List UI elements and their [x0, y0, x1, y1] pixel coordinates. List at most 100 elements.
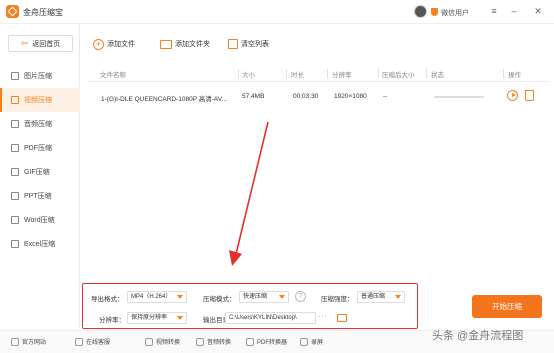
sidebar-item-label: 音频压缩 — [24, 121, 52, 128]
file-table-header: 文件名称 大小 时长 分辨率 压缩后大小 状态 操作 — [88, 66, 548, 82]
user-name[interactable]: 微信用户 — [441, 8, 469, 18]
output-dir-value: C:\Users\KYLIN\Desktop\ — [229, 315, 297, 321]
image-icon — [11, 72, 19, 80]
clear-list-label: 清空列表 — [241, 41, 269, 48]
word-icon — [11, 216, 19, 224]
strength-label: 压缩强度： — [321, 296, 354, 303]
delete-icon[interactable] — [525, 90, 534, 101]
chevron-down-icon — [177, 316, 183, 320]
watermark: 头条 @金舟流程图 — [432, 330, 524, 342]
column-header: 大小 — [242, 72, 255, 79]
audio-convert-link[interactable]: 音频转换 — [196, 337, 231, 346]
audio-convert-icon — [196, 337, 204, 346]
annotation-arrow — [229, 121, 269, 266]
add-file-button[interactable]: + 添加文件 — [93, 37, 135, 51]
sidebar-item-audio[interactable]: 音频压缩 — [0, 112, 80, 136]
home-icon — [11, 337, 19, 346]
sidebar-item-ppt[interactable]: PPT压缩 — [0, 184, 80, 208]
pdf-icon — [11, 144, 19, 152]
add-folder-button[interactable]: 添加文件夹 — [160, 37, 210, 51]
help-icon[interactable]: ? — [295, 291, 306, 302]
sidebar-item-label: 图片压缩 — [24, 73, 52, 80]
back-arrow-icon: ⇦ — [20, 38, 29, 48]
table-row[interactable]: 1-(G)I-DLE QUEENCARD-1080P 高清-AV... 57.4… — [88, 84, 548, 110]
sidebar-item-excel[interactable]: Excel压缩 — [0, 232, 80, 256]
footer-label: 录屏 — [311, 340, 324, 346]
plus-circle-icon: + — [93, 38, 104, 50]
pdf-converter-link[interactable]: PDF转换器 — [246, 337, 287, 346]
column-header: 时长 — [291, 72, 304, 79]
column-divider — [426, 69, 427, 78]
column-divider — [286, 69, 287, 78]
column-header: 状态 — [431, 72, 444, 79]
add-folder-label: 添加文件夹 — [175, 41, 210, 48]
column-divider — [378, 69, 379, 78]
sidebar-item-label: Excel压缩 — [24, 241, 56, 248]
file-size: 57.4MB — [242, 93, 265, 100]
file-duration: 00:03:30 — [293, 93, 319, 100]
video-convert-icon — [145, 337, 153, 346]
official-site-link[interactable]: 官方网站 — [11, 337, 46, 346]
record-icon — [300, 337, 308, 346]
column-header: 压缩后大小 — [382, 72, 415, 79]
video-convert-link[interactable]: 视频转换 — [145, 337, 180, 346]
browse-button[interactable]: ··· — [318, 313, 328, 320]
user-avatar[interactable] — [414, 5, 427, 18]
resolution-value: 保持原分辨率 — [131, 315, 168, 321]
play-icon[interactable] — [507, 90, 518, 101]
column-divider — [327, 69, 328, 78]
menu-icon[interactable]: ≡ — [488, 5, 500, 17]
sidebar-item-gif[interactable]: GIF压缩 — [0, 160, 80, 184]
excel-icon — [11, 240, 19, 248]
strength-select[interactable]: 普通压缩 — [357, 291, 405, 303]
compressed-size: -- — [383, 93, 388, 100]
output-settings-panel: 导出格式： MP4（H.264） 压缩模式： 快速压缩 ? 压缩强度： 普通压缩… — [82, 283, 418, 329]
file-name: 1-(G)I-DLE QUEENCARD-1080P 高清-AV... — [101, 96, 227, 103]
clear-list-button[interactable]: 清空列表 — [228, 37, 269, 51]
format-select[interactable]: MP4（H.264） — [127, 291, 187, 303]
gif-icon — [11, 168, 19, 176]
pdf-icon — [246, 337, 254, 346]
file-resolution: 1920×1080 — [334, 93, 367, 100]
screen-record-link[interactable]: 录屏 — [300, 337, 323, 346]
output-dir-field[interactable]: C:\Users\KYLIN\Desktop\ — [225, 312, 316, 324]
open-folder-icon[interactable] — [337, 314, 347, 322]
strength-value: 普通压缩 — [361, 294, 386, 300]
start-compress-button[interactable]: 开始压缩 — [472, 295, 542, 318]
mode-value: 快速压缩 — [243, 294, 268, 300]
online-support-link[interactable]: 在线客服 — [75, 337, 110, 346]
audio-icon — [11, 120, 19, 128]
app-logo-icon — [6, 5, 19, 18]
close-icon[interactable]: ✕ — [532, 5, 544, 17]
sidebar: ⇦ 返回首页 图片压缩 视频压缩 音频压缩 PDF压缩 GIF压缩 PPT压缩 … — [0, 24, 80, 328]
chevron-down-icon — [177, 295, 183, 299]
back-home-label: 返回首页 — [32, 40, 61, 48]
back-home-button[interactable]: ⇦ 返回首页 — [8, 35, 73, 52]
mode-select[interactable]: 快速压缩 — [239, 291, 289, 303]
sidebar-item-word[interactable]: Word压缩 — [0, 208, 80, 232]
title-bar: 金舟压缩宝 微信用户 ≡ – ✕ — [0, 0, 554, 24]
column-divider — [238, 69, 239, 78]
folder-icon — [160, 39, 172, 49]
footer-label: 视频转换 — [156, 340, 181, 346]
footer-label: 音频转换 — [207, 340, 232, 346]
column-header: 分辨率 — [332, 72, 352, 79]
clear-icon — [228, 39, 238, 49]
sidebar-item-label: GIF压缩 — [24, 169, 50, 176]
footer-label: 在线客服 — [86, 340, 111, 346]
sidebar-item-image[interactable]: 图片压缩 — [0, 64, 80, 88]
headset-icon — [75, 337, 83, 346]
sidebar-item-label: 视频压缩 — [24, 97, 52, 104]
column-divider — [503, 69, 504, 78]
resolution-select[interactable]: 保持原分辨率 — [127, 312, 187, 324]
mode-label: 压缩模式： — [203, 296, 236, 303]
chevron-down-icon — [279, 295, 285, 299]
resolution-label: 分辨率： — [99, 317, 125, 324]
format-value: MP4（H.264） — [131, 294, 172, 300]
footer-label: PDF转换器 — [257, 340, 288, 346]
sidebar-item-pdf[interactable]: PDF压缩 — [0, 136, 80, 160]
sidebar-item-video[interactable]: 视频压缩 — [0, 88, 80, 112]
column-header: 文件名称 — [100, 72, 126, 79]
minimize-icon[interactable]: – — [508, 5, 520, 17]
sidebar-item-label: PDF压缩 — [24, 145, 52, 152]
